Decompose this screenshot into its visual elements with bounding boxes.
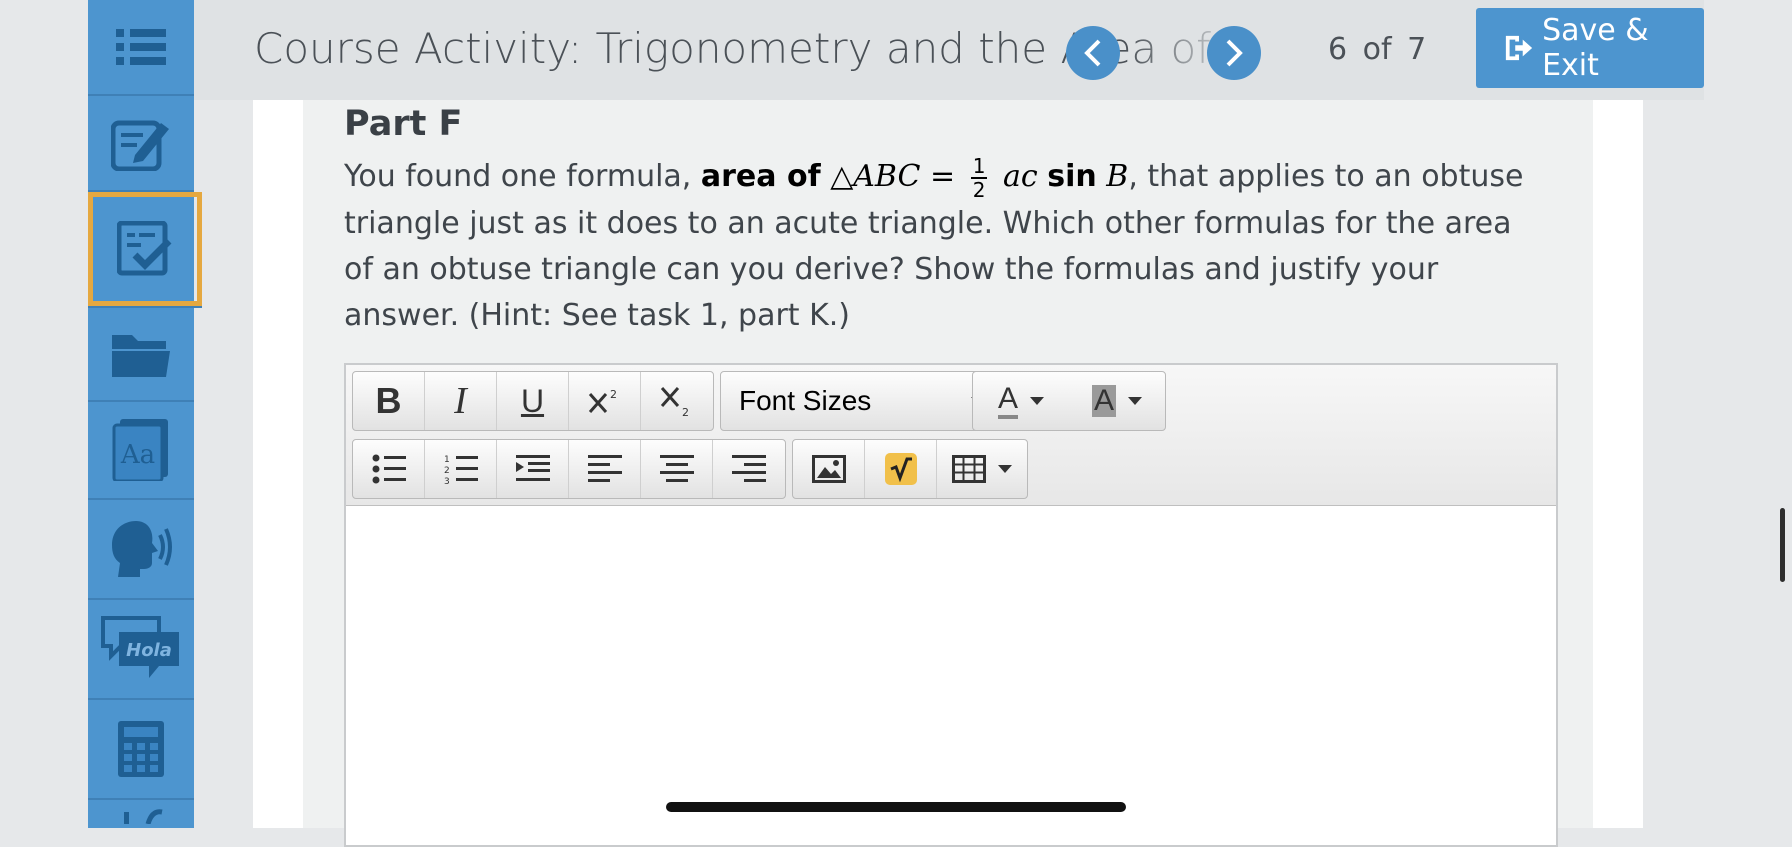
- editor-text-area[interactable]: [346, 506, 1556, 843]
- formula-label: area of: [700, 159, 821, 194]
- sidebar-item-more[interactable]: [88, 800, 194, 828]
- next-page-button[interactable]: [1207, 26, 1261, 80]
- formula-triangle: △ABC =: [830, 159, 956, 194]
- insert-table-button[interactable]: [937, 440, 1027, 498]
- save-exit-label: Save & Exit: [1542, 13, 1649, 83]
- menu-list-icon: [116, 29, 166, 65]
- page-current: 6: [1328, 32, 1348, 67]
- sidebar-item-tasks[interactable]: [88, 192, 202, 308]
- superscript-button[interactable]: 2: [569, 372, 641, 430]
- area-formula: area of △ABC = 1 2 ac sin B: [700, 155, 1129, 201]
- page-total: 7: [1407, 32, 1427, 67]
- align-right-button[interactable]: [713, 440, 785, 498]
- bullet-list-icon: [372, 454, 406, 484]
- translate-icon: Hola: [101, 616, 179, 678]
- task-check-icon: [117, 221, 172, 276]
- align-right-icon: [732, 455, 766, 482]
- svg-text:3: 3: [444, 477, 450, 484]
- sidebar-item-files[interactable]: [88, 308, 194, 402]
- header-bar: Course Activity: Trigonometry and the Ar…: [194, 0, 1704, 100]
- text-color-button[interactable]: A: [973, 372, 1069, 430]
- chevron-left-icon: [1084, 39, 1101, 67]
- page-of: of: [1362, 32, 1392, 67]
- save-exit-button[interactable]: Save & Exit: [1476, 8, 1704, 88]
- superscript-icon: 2: [588, 388, 617, 413]
- align-center-icon: [659, 455, 694, 482]
- formula-sides: ac: [1002, 159, 1038, 194]
- math-equation-button[interactable]: [865, 440, 937, 498]
- italic-button[interactable]: I: [425, 372, 497, 430]
- bullet-list-button[interactable]: [353, 440, 425, 498]
- fraction-denominator: 2: [972, 178, 986, 202]
- underline-button[interactable]: U: [497, 372, 569, 430]
- more-tools-icon: [124, 809, 163, 824]
- previous-page-button[interactable]: [1066, 26, 1120, 80]
- sidebar-item-dictionary[interactable]: Aa: [88, 402, 194, 500]
- editor-toolbar: B I U 2 2 Font Sizes A A 1 2 3: [346, 365, 1556, 506]
- background-color-button[interactable]: A: [1069, 372, 1165, 430]
- font-size-select[interactable]: Font Sizes: [720, 371, 1004, 431]
- chevron-down-icon: [998, 465, 1012, 473]
- folder-icon: [112, 335, 170, 377]
- background-color-icon: A: [1091, 384, 1116, 417]
- fraction-numerator: 1: [970, 154, 988, 179]
- indent-icon: [515, 455, 550, 481]
- numbered-list-icon: 123: [444, 455, 478, 484]
- bold-button[interactable]: B: [353, 372, 425, 430]
- sidebar-item-notes[interactable]: [88, 96, 194, 192]
- calculator-icon: [118, 721, 164, 777]
- sidebar-item-menu[interactable]: [88, 0, 194, 96]
- color-group: A A: [972, 371, 1166, 431]
- paragraph-group: 123: [352, 439, 786, 499]
- svg-text:Hola: Hola: [126, 640, 172, 661]
- svg-text:2: 2: [444, 466, 450, 476]
- sidebar-item-translate[interactable]: Hola: [88, 600, 194, 700]
- indent-button[interactable]: [497, 440, 569, 498]
- insert-image-button[interactable]: [793, 440, 865, 498]
- formula-angle: B: [1106, 159, 1129, 194]
- svg-text:2: 2: [610, 388, 617, 401]
- image-icon: [811, 455, 846, 483]
- exit-icon: [1505, 35, 1533, 61]
- subscript-icon: 2: [660, 387, 689, 418]
- sidebar: Aa Hola: [88, 0, 202, 828]
- text-to-speech-icon: [112, 521, 172, 577]
- chevron-down-icon: [1030, 397, 1044, 405]
- table-icon: [952, 455, 986, 483]
- numbered-list-button[interactable]: 123: [425, 440, 497, 498]
- chevron-down-icon: [1128, 397, 1142, 405]
- formula-fraction: 1 2: [970, 154, 988, 202]
- answer-editor: B I U 2 2 Font Sizes A A 1 2 3: [344, 363, 1558, 847]
- formula-sin: sin: [1047, 159, 1097, 194]
- sidebar-item-calculator[interactable]: [88, 700, 194, 800]
- page-counter: 6 of 7: [1328, 32, 1426, 67]
- align-left-button[interactable]: [569, 440, 641, 498]
- dictionary-icon: Aa: [112, 419, 168, 481]
- home-indicator[interactable]: [666, 802, 1126, 812]
- font-size-label: Font Sizes: [739, 385, 872, 416]
- part-title: Part F: [344, 104, 463, 144]
- question-text: You found one formula, area of △ABC = 1 …: [344, 154, 1544, 339]
- subscript-button[interactable]: 2: [641, 372, 713, 430]
- scrollbar-thumb[interactable]: [1780, 508, 1785, 582]
- sidebar-item-speech[interactable]: [88, 500, 194, 600]
- insert-group: [792, 439, 1028, 499]
- format-group: B I U 2 2: [352, 371, 714, 431]
- square-root-icon: [884, 453, 917, 485]
- align-left-icon: [587, 455, 622, 482]
- chevron-right-icon: [1226, 39, 1243, 67]
- text-color-icon: A: [997, 383, 1018, 419]
- notes-edit-icon: [111, 120, 169, 171]
- align-center-button[interactable]: [641, 440, 713, 498]
- svg-text:2: 2: [682, 406, 689, 418]
- svg-text:Aa: Aa: [120, 440, 155, 470]
- svg-text:1: 1: [444, 455, 450, 465]
- question-intro: You found one formula,: [344, 159, 692, 194]
